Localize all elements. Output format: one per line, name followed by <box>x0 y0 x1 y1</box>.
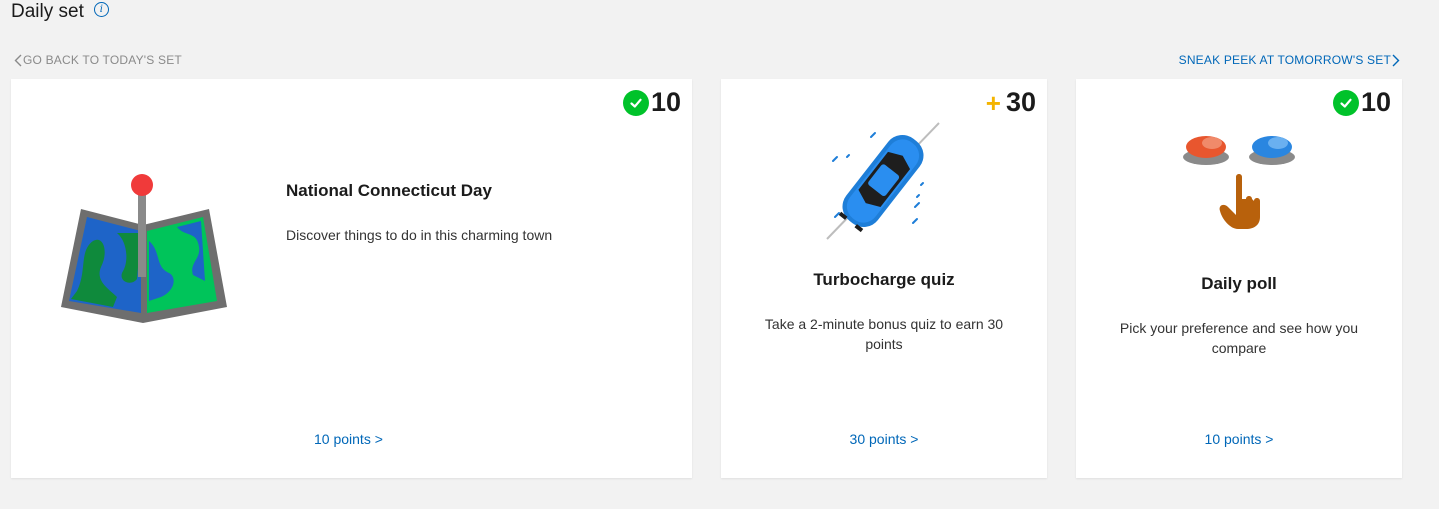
info-icon[interactable]: i <box>93 2 109 17</box>
map-pin-icon <box>57 171 232 336</box>
checkmark-icon <box>622 89 649 116</box>
go-back-link[interactable]: GO BACK TO TODAY'S SET <box>13 53 182 67</box>
go-back-label: GO BACK TO TODAY'S SET <box>23 53 182 67</box>
daily-set-card-2[interactable]: + 30 Turbocharge quiz Take a 2-minute bo… <box>721 79 1047 478</box>
sneak-peek-label: SNEAK PEEK AT TOMORROW'S SET <box>1178 53 1391 67</box>
points-value: 10 <box>1360 87 1391 117</box>
card-points-link[interactable]: 10 points > <box>314 431 383 447</box>
chevron-right-icon <box>1391 53 1401 67</box>
poll-buttons-icon <box>1180 127 1300 237</box>
daily-set-section: Daily set i GO BACK TO TODAY'S SET SNEAK… <box>0 0 1439 509</box>
daily-set-card-1[interactable]: 10 National Connecticut Day Discover thi… <box>11 79 692 478</box>
card-title: National Connecticut Day <box>286 181 492 200</box>
points-badge: 10 <box>622 87 681 118</box>
points-value: 10 <box>650 87 681 117</box>
card-points-link[interactable]: 30 points > <box>721 431 1047 447</box>
card-title: Daily poll <box>1201 274 1277 293</box>
points-value: 30 <box>1005 87 1036 117</box>
card-description: Discover things to do in this charming t… <box>286 227 553 243</box>
card-description: Pick your preference and see how you com… <box>1119 320 1359 356</box>
points-badge: + 30 <box>986 87 1036 118</box>
card-points-link[interactable]: 10 points > <box>1076 431 1402 447</box>
section-header: Daily set i <box>11 1 109 23</box>
card-description: Take a 2-minute bonus quiz to earn 30 po… <box>764 316 1004 352</box>
card-title: Turbocharge quiz <box>813 270 955 289</box>
points-badge: 10 <box>1332 87 1391 118</box>
plus-icon: + <box>985 87 1001 118</box>
section-title: Daily set <box>11 1 84 22</box>
race-car-icon <box>825 119 945 249</box>
daily-set-card-3[interactable]: 10 Daily poll Pick your preference and s… <box>1076 79 1402 478</box>
checkmark-icon <box>1332 89 1359 116</box>
sneak-peek-link[interactable]: SNEAK PEEK AT TOMORROW'S SET <box>1179 53 1401 67</box>
chevron-left-icon <box>13 53 23 67</box>
